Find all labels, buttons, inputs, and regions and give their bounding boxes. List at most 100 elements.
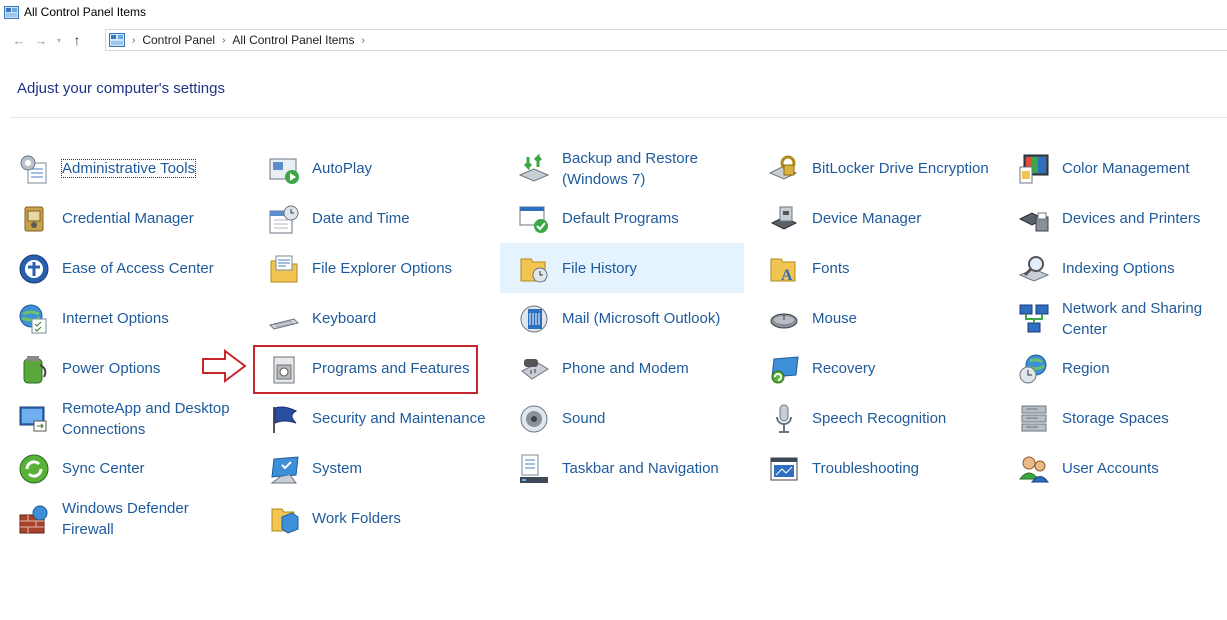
item-label: Recovery <box>812 360 876 377</box>
network-sharing-icon <box>1017 302 1050 335</box>
title-bar: All Control Panel Items <box>0 0 1227 24</box>
item-label: RemoteApp and Desktop Connections <box>62 400 230 438</box>
default-programs-icon <box>517 202 550 235</box>
item-label: System <box>312 460 363 477</box>
item-backup-and-restore[interactable]: Backup and Restore (Windows 7) <box>500 143 744 193</box>
item-label: File History <box>562 260 638 277</box>
file-explorer-options-icon <box>267 252 300 285</box>
item-storage-spaces[interactable]: Storage Spaces <box>1000 393 1227 443</box>
item-label: Mail (Microsoft Outlook) <box>562 310 721 327</box>
item-internet-options[interactable]: Internet Options <box>0 293 244 343</box>
item-devices-and-printers[interactable]: Devices and Printers <box>1000 193 1227 243</box>
breadcrumb-separator[interactable]: › <box>361 35 364 46</box>
item-taskbar-and-navigation[interactable]: Taskbar and Navigation <box>500 443 744 493</box>
item-mail[interactable]: Mail (Microsoft Outlook) <box>500 293 744 343</box>
control-panel-icon <box>4 5 19 19</box>
item-label: Taskbar and Navigation <box>562 460 719 477</box>
item-autoplay[interactable]: AutoPlay <box>250 143 494 193</box>
item-label: Administrative Tools <box>60 159 197 178</box>
item-fonts[interactable]: A Fonts <box>750 243 994 293</box>
recovery-icon <box>767 352 800 385</box>
forward-button[interactable]: → <box>30 29 52 51</box>
work-folders-icon <box>267 502 300 535</box>
item-mouse[interactable]: Mouse <box>750 293 994 343</box>
mouse-icon <box>767 302 800 335</box>
color-management-icon <box>1017 152 1050 185</box>
troubleshooting-icon <box>767 452 800 485</box>
item-ease-of-access[interactable]: Ease of Access Center <box>0 243 244 293</box>
item-indexing-options[interactable]: Indexing Options <box>1000 243 1227 293</box>
item-label: Speech Recognition <box>812 410 947 427</box>
item-default-programs[interactable]: Default Programs <box>500 193 744 243</box>
item-date-and-time[interactable]: Date and Time <box>250 193 494 243</box>
item-label: BitLocker Drive Encryption <box>812 160 989 177</box>
fonts-icon: A <box>767 252 800 285</box>
storage-spaces-icon <box>1017 402 1050 435</box>
up-button[interactable]: ↑ <box>66 29 88 51</box>
device-manager-icon <box>767 202 800 235</box>
recent-locations-button[interactable]: ▾ <box>52 29 66 51</box>
control-panel-icon <box>109 33 125 47</box>
item-label: Troubleshooting <box>812 460 920 477</box>
item-label: Mouse <box>812 310 858 327</box>
remoteapp-icon <box>17 402 50 435</box>
breadcrumb-all-items[interactable]: All Control Panel Items <box>232 33 354 47</box>
item-sound[interactable]: Sound <box>500 393 744 443</box>
item-label: Color Management <box>1062 160 1190 177</box>
item-file-history[interactable]: File History <box>500 243 744 293</box>
ease-of-access-icon <box>17 252 50 285</box>
item-security-and-maintenance[interactable]: Security and Maintenance <box>250 393 494 443</box>
item-system[interactable]: System <box>250 443 494 493</box>
item-file-explorer-options[interactable]: File Explorer Options <box>250 243 494 293</box>
item-administrative-tools[interactable]: Administrative Tools <box>0 143 244 193</box>
item-troubleshooting[interactable]: Troubleshooting <box>750 443 994 493</box>
item-work-folders[interactable]: Work Folders <box>250 493 494 543</box>
item-remoteapp[interactable]: RemoteApp and Desktop Connections <box>0 393 244 443</box>
item-credential-manager[interactable]: Credential Manager <box>0 193 244 243</box>
item-label: Devices and Printers <box>1062 210 1201 227</box>
item-region[interactable]: Region <box>1000 343 1227 393</box>
item-label: Security and Maintenance <box>312 410 486 427</box>
item-label: Credential Manager <box>62 210 194 227</box>
firewall-icon <box>17 502 50 535</box>
keyboard-icon <box>267 302 300 335</box>
item-label: User Accounts <box>1062 460 1159 477</box>
mail-icon <box>517 302 550 335</box>
item-label: Default Programs <box>562 210 679 227</box>
item-speech-recognition[interactable]: Speech Recognition <box>750 393 994 443</box>
breadcrumb-separator: › <box>132 34 136 46</box>
item-label: Date and Time <box>312 210 410 227</box>
file-history-icon <box>517 252 550 285</box>
item-sync-center[interactable]: Sync Center <box>0 443 244 493</box>
autoplay-icon <box>267 152 300 185</box>
item-recovery[interactable]: Recovery <box>750 343 994 393</box>
item-windows-defender-firewall[interactable]: Windows Defender Firewall <box>0 493 244 543</box>
credential-manager-icon <box>17 202 50 235</box>
item-label: Sync Center <box>62 460 145 477</box>
breadcrumb-separator[interactable]: › <box>222 35 225 46</box>
item-network-and-sharing[interactable]: Network and Sharing Center <box>1000 293 1227 343</box>
annotation-highlight-box <box>253 345 478 394</box>
system-icon <box>267 452 300 485</box>
navigation-bar: ← → ▾ ↑ › Control Panel › All Control Pa… <box>0 28 1227 52</box>
svg-text:A: A <box>781 267 793 284</box>
item-label: Work Folders <box>312 510 401 527</box>
annotation-arrow-icon <box>202 349 247 383</box>
item-label: Network and Sharing Center <box>1062 300 1203 338</box>
address-bar[interactable]: › Control Panel › All Control Panel Item… <box>105 29 1227 51</box>
sync-center-icon <box>17 452 50 485</box>
item-user-accounts[interactable]: User Accounts <box>1000 443 1227 493</box>
item-label: Fonts <box>812 260 850 277</box>
item-label: Sound <box>562 410 606 427</box>
back-button[interactable]: ← <box>8 29 30 51</box>
item-device-manager[interactable]: Device Manager <box>750 193 994 243</box>
item-bitlocker[interactable]: BitLocker Drive Encryption <box>750 143 994 193</box>
breadcrumb-control-panel[interactable]: Control Panel <box>142 33 215 47</box>
window-title: All Control Panel Items <box>24 5 147 19</box>
item-phone-and-modem[interactable]: Phone and Modem <box>500 343 744 393</box>
item-keyboard[interactable]: Keyboard <box>250 293 494 343</box>
date-time-icon <box>267 202 300 235</box>
item-label: Region <box>1062 360 1110 377</box>
item-label: Windows Defender Firewall <box>62 500 189 538</box>
item-color-management[interactable]: Color Management <box>1000 143 1227 193</box>
